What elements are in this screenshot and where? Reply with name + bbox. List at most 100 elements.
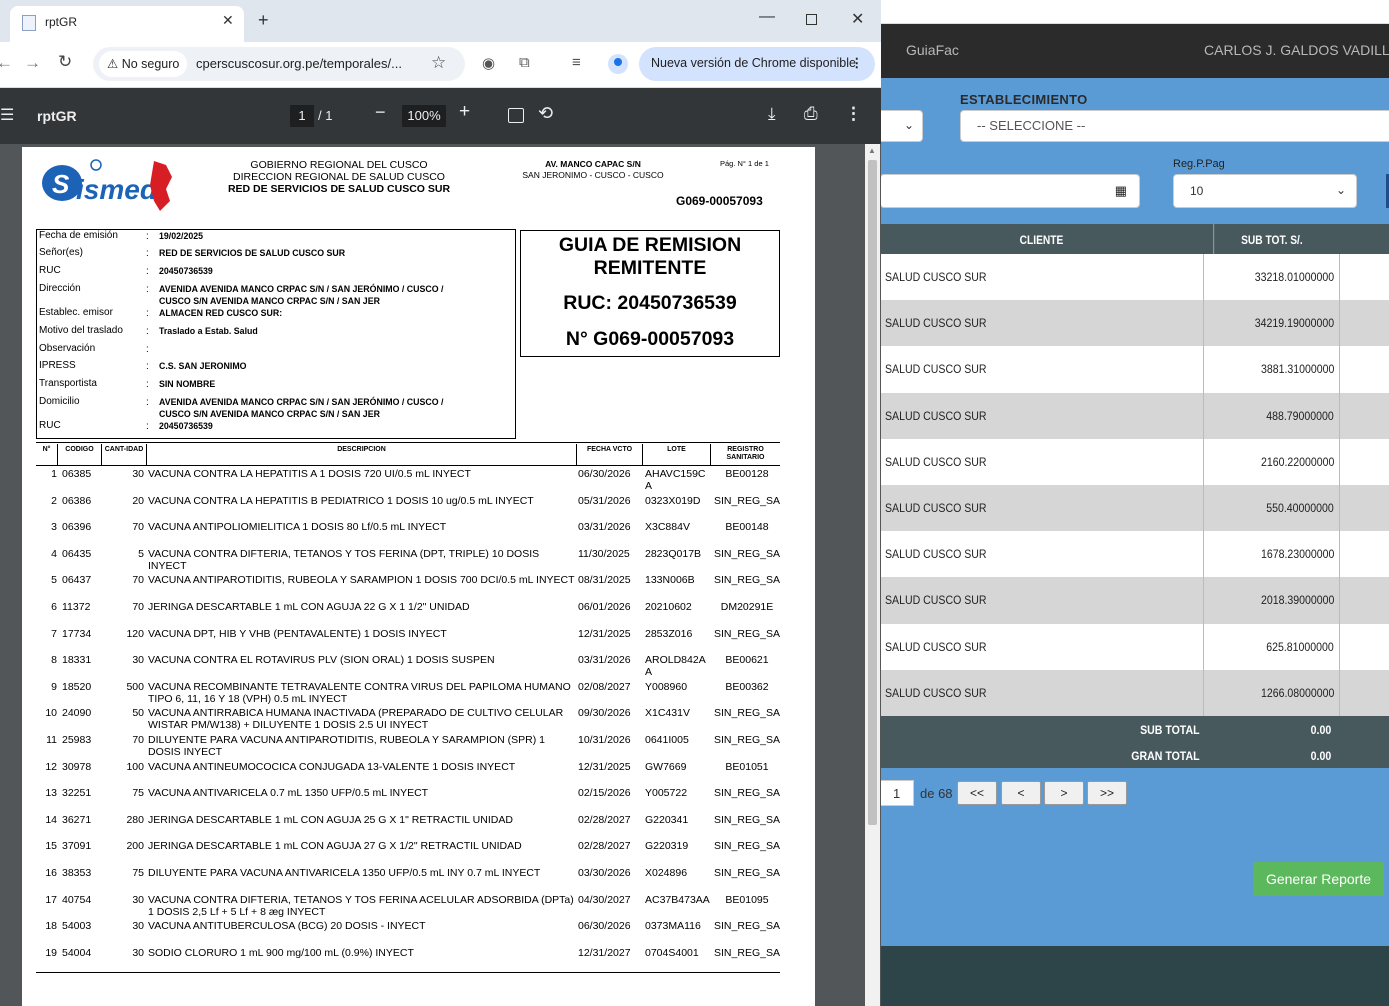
items-header: N° CODIGO CANT-IDAD DESCRIPCION FECHA VC…	[36, 442, 780, 466]
camera-icon[interactable]: ◉	[482, 54, 495, 72]
item-cantidad: 70	[132, 521, 144, 534]
sub-total-row: SUB TOTAL 0.00	[880, 715, 1389, 742]
subtot-cell-box: 625.81000000	[1203, 623, 1340, 670]
table-row[interactable]: SALUD CUSCO SUR 625.81000000	[880, 623, 1389, 670]
url-text[interactable]: cperscuscosur.org.pe/temporales/...	[196, 56, 402, 71]
date-input[interactable]: ▦	[880, 174, 1140, 208]
address-bar[interactable]: ⚠ No seguro cperscuscosur.org.pe/tempora…	[93, 47, 465, 81]
update-chrome-button[interactable]: Nueva versión de Chrome disponible ⋮	[639, 47, 875, 81]
table-row[interactable]: SALUD CUSCO SUR 3881.31000000	[880, 346, 1389, 393]
table-row[interactable]: SALUD CUSCO SUR 2160.22000000	[880, 438, 1389, 485]
page-input[interactable]: 1	[880, 780, 914, 806]
item-fecha: 02/28/2027	[578, 813, 631, 826]
item-n: 5	[51, 574, 57, 587]
subtot-cell-box: 3881.31000000	[1203, 346, 1340, 393]
item-n: 16	[45, 867, 57, 879]
table-row[interactable]: SALUD CUSCO SUR 2018.39000000	[880, 577, 1389, 624]
more-vert-icon[interactable]: ⋮	[845, 104, 862, 124]
table-row[interactable]: SALUD CUSCO SUR 488.79000000	[880, 392, 1389, 439]
user-name[interactable]: CARLOS J. GALDOS VADILLO	[1204, 42, 1389, 58]
item-lote: 0641I005	[645, 734, 689, 746]
info-value-line-2: CUSCO S/N AVENIDA MANCO CRPAC S/N / SAN …	[159, 295, 380, 306]
chevron-down-icon: ⌄	[1335, 183, 1346, 197]
cliente-cell: SALUD CUSCO SUR	[885, 316, 987, 331]
next-page-button[interactable]: >	[1044, 781, 1084, 805]
forward-icon[interactable]: →	[24, 53, 41, 73]
star-icon[interactable]: ☆	[431, 53, 446, 73]
table-row[interactable]: SALUD CUSCO SUR 1678.23000000	[880, 531, 1389, 578]
media-icon[interactable]: ≡	[572, 54, 581, 71]
plus-icon[interactable]: +	[258, 10, 269, 31]
scroll-up-icon[interactable]: ▲	[868, 146, 876, 155]
info-value-line: AVENIDA AVENIDA MANCO CRPAC S/N / SAN JE…	[159, 284, 444, 294]
item-codigo: 40754	[62, 893, 92, 906]
item-cantidad: 70	[132, 574, 144, 587]
subtot-cell: 550.40000000	[1266, 500, 1334, 515]
profile-avatar[interactable]	[608, 54, 628, 74]
generate-report-button[interactable]: Generar Reporte	[1253, 862, 1384, 896]
security-chip[interactable]: ⚠ No seguro	[99, 51, 188, 77]
regpag-select[interactable]: 10 ⌄	[1173, 174, 1357, 208]
org-line-2: DIRECCION REGIONAL DE SALUD CUSCO	[233, 171, 445, 183]
establecimiento-select[interactable]: -- SELECCIONE --	[960, 110, 1389, 142]
item-registro: SIN_REG_SA	[714, 787, 780, 800]
table-row[interactable]: SALUD CUSCO SUR 33218.01000000	[880, 254, 1389, 301]
item-descripcion: VACUNA CONTRA LA HEPATITIS B PEDIATRICO …	[148, 494, 534, 507]
zoom-input[interactable]: 100%	[402, 105, 446, 127]
tab-rptgr[interactable]: rptGR ✕	[10, 6, 244, 42]
scrollbar[interactable]: ▲	[865, 144, 880, 1006]
subtot-cell: 33218.01000000	[1254, 270, 1334, 284]
item-n: 3	[51, 521, 57, 534]
scrollbar-thumb[interactable]	[868, 160, 877, 825]
item-lote: Y005722	[645, 787, 688, 800]
prev-page-button[interactable]: <	[1001, 781, 1041, 805]
table-row[interactable]: SALUD CUSCO SUR 34219.19000000	[880, 300, 1389, 347]
item-descripcion: VACUNA CONTRA DIFTERIA, TETANOS Y TOS FE…	[148, 893, 574, 918]
page-number-input[interactable]: 1	[290, 105, 314, 127]
info-value: C.S. SAN JERONIMO	[159, 361, 247, 373]
item-fecha: 03/30/2026	[578, 867, 631, 879]
rotate-icon[interactable]: ⟲	[538, 103, 553, 124]
item-registro: BE01095	[725, 893, 769, 906]
item-n: 13	[45, 787, 57, 800]
back-icon[interactable]: ←	[0, 53, 13, 73]
zoom-in-icon[interactable]: +	[459, 101, 470, 123]
close-icon[interactable]: ✕	[222, 12, 234, 29]
item-lote: 20210602	[645, 601, 692, 613]
pdf-viewport[interactable]: S ismed GOBIERNO REGIONAL DEL CUSCO DIRE…	[0, 144, 881, 1006]
header-descripcion: DESCRIPCION	[147, 444, 577, 466]
last-page-button[interactable]: >>	[1087, 781, 1127, 805]
item-codigo: 30978	[62, 760, 92, 773]
guia-number: N° G069-00057093	[565, 328, 735, 350]
subtot-cell-box: 33218.01000000	[1203, 254, 1340, 301]
menu-icon[interactable]: ☰	[0, 105, 14, 125]
zoom-out-icon[interactable]: −	[375, 102, 386, 123]
fit-page-icon[interactable]	[508, 108, 524, 123]
column-header-subtot: SUB TOT. S/.	[1213, 224, 1329, 254]
calendar-icon[interactable]: ▦	[1115, 183, 1127, 199]
info-value-line: RED DE SERVICIOS DE SALUD CUSCO SUR	[159, 248, 346, 258]
maximize-icon[interactable]	[806, 14, 817, 25]
item-codigo: 38353	[62, 867, 92, 879]
gran-total-label: GRAN TOTAL	[1131, 748, 1200, 763]
table-row[interactable]: SALUD CUSCO SUR 550.40000000	[880, 484, 1389, 532]
item-fecha: 02/28/2027	[578, 840, 631, 853]
info-label: Observación	[39, 343, 96, 354]
item-fecha: 10/31/2026	[578, 734, 631, 746]
first-page-button[interactable]: <<	[957, 781, 997, 805]
print-icon[interactable]: ⎙	[804, 104, 818, 124]
more-vert-icon[interactable]: ⋮	[851, 55, 864, 70]
extensions-icon[interactable]: ⧉	[519, 54, 530, 71]
header-codigo: CODIGO	[58, 444, 102, 466]
item-registro: SIN_REG_SA	[714, 840, 780, 853]
download-icon[interactable]: ⤓	[768, 104, 776, 124]
app-brand[interactable]: GuiaFac	[906, 42, 959, 58]
reload-icon[interactable]: ↻	[58, 52, 72, 72]
info-label: Domicilio	[39, 396, 80, 407]
item-n: 1	[51, 468, 57, 480]
item-descripcion: JERINGA DESCARTABLE 1 mL CON AGUJA 22 G …	[148, 601, 470, 613]
minimize-icon[interactable]: —	[759, 8, 775, 26]
close-window-icon[interactable]: ✕	[851, 9, 864, 29]
table-row[interactable]: SALUD CUSCO SUR 1266.08000000	[880, 669, 1389, 716]
subtot-cell: 2160.22000000	[1260, 454, 1334, 469]
